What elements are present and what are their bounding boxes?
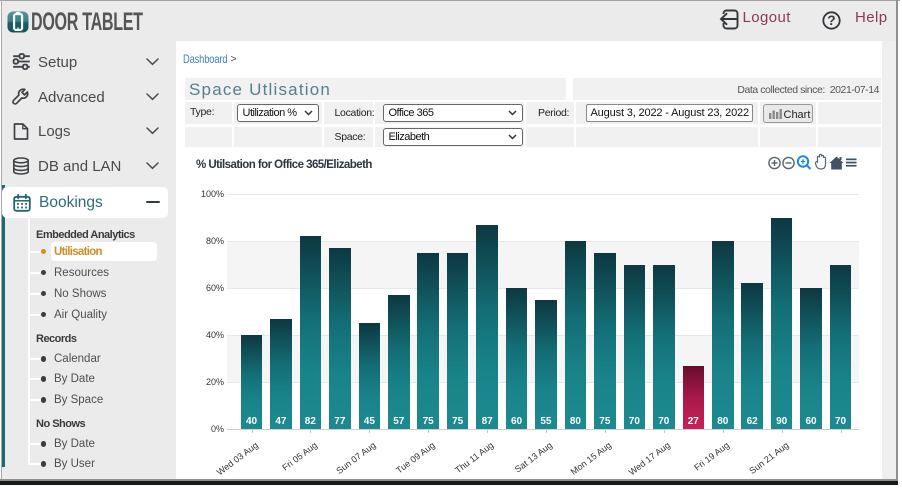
svg-text:?: ?	[827, 13, 835, 28]
